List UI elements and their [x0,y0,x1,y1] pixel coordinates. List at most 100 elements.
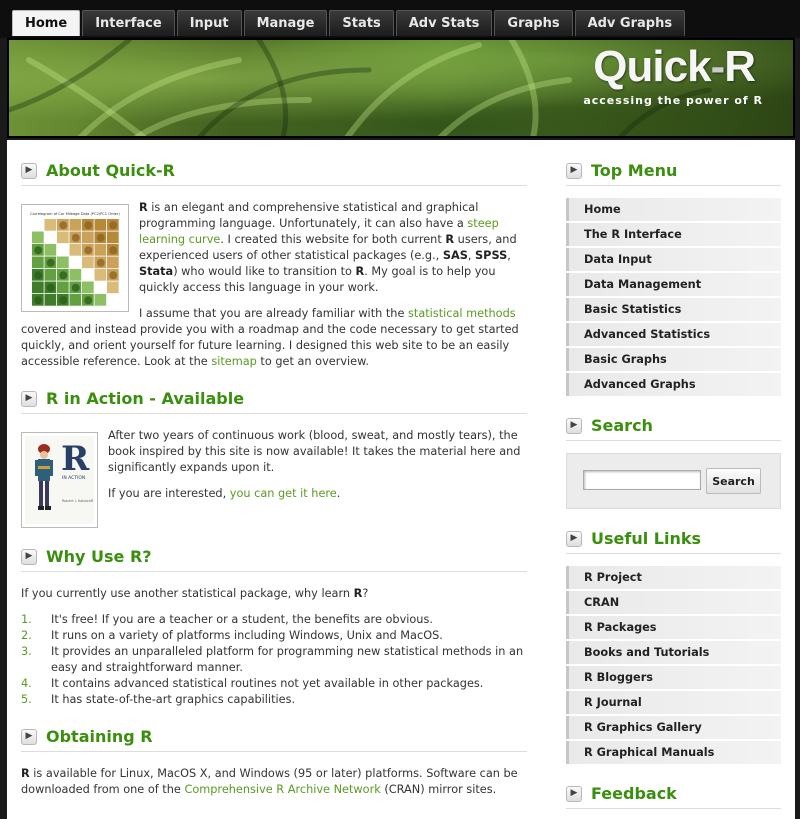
correlogram-cell [44,294,57,306]
link-item-r-graphical-manuals[interactable]: R Graphical Manuals [566,741,781,764]
cran-link[interactable]: Comprehensive R Archive Network [184,783,380,796]
menu-item-basic-graphs[interactable]: Basic Graphs [566,348,781,371]
site-tagline: accessing the power of R [583,94,763,107]
menu-item-basic-statistics[interactable]: Basic Statistics [566,298,781,321]
correlogram-cell [107,256,119,269]
correlogram-cell [69,294,82,306]
page-content: ▶ About Quick-R Correlogram of Car Milea… [7,140,795,819]
correlogram-thumbnail[interactable]: Correlogram of Car Mileage Data (PC2/PC1… [21,204,129,312]
link-item-r-bloggers[interactable]: R Bloggers [566,666,781,689]
arrow-right-icon: ▶ [21,162,37,179]
arrow-right-icon: ▶ [21,728,37,745]
bold-text: R [445,233,455,246]
book-cover-image: R IN ACTION Robert I. Kabacoff [25,436,94,524]
link-item-r-packages[interactable]: R Packages [566,616,781,639]
get-book-link[interactable]: you can get it here [230,487,337,500]
list-number: 2. [21,629,32,642]
list-item-text: It has state-of-the-art graphics capabil… [51,693,296,706]
correlogram-pie [109,246,118,255]
correlogram-pie [59,271,68,280]
menu-item-the-r-interface[interactable]: The R Interface [566,223,781,246]
tab-adv-graphs[interactable]: Adv Graphs [574,10,686,36]
correlogram-pie [59,221,68,230]
section-title: Search [591,416,653,435]
tab-home[interactable]: Home [12,10,81,36]
action-paragraph-2: If you are interested, you can get it he… [108,487,341,500]
useful-links-menu: R Project CRAN R Packages Books and Tutoria… [566,566,781,766]
nav-tabs: Home Interface Input Manage Stats Adv Stats Gr… [12,10,687,36]
link-item-r-project[interactable]: R Project [566,566,781,589]
book-cover-thumbnail[interactable]: R IN ACTION Robert I. Kabacoff [21,432,98,528]
correlogram-pie [84,221,93,230]
tab-manage[interactable]: Manage [243,10,328,36]
tab-adv-stats[interactable]: Adv Stats [395,10,493,36]
link-item-r-journal[interactable]: R Journal [566,691,781,714]
list-item-text: It provides an unparalleled platform for… [51,645,524,674]
section-title: About Quick-R [46,161,175,180]
correlogram-pie [71,233,80,242]
list-number: 4. [21,677,32,690]
correlogram-pie [109,271,118,280]
link-item-cran[interactable]: CRAN [566,591,781,614]
correlogram-cell [94,219,107,231]
site-logo[interactable]: Quick-R [593,42,756,92]
feedback-heading: ▶ Feedback [566,779,781,809]
obtaining-paragraph: R is available for Linux, MacOS X, and W… [21,767,518,796]
correlogram-cell [32,281,44,294]
book-author: Robert I. Kabacoff [62,499,94,503]
menu-item-advanced-graphs[interactable]: Advanced Graphs [566,373,781,396]
section-title: Obtaining R [46,727,153,746]
correlogram-cell [82,281,94,294]
menu-item-data-input[interactable]: Data Input [566,248,781,271]
book-subtitle: IN ACTION [62,475,85,481]
section-title: Top Menu [591,161,678,180]
correlogram-pie [96,258,105,267]
correlogram-pie [34,296,43,305]
r-in-action-heading: ▶ R in Action - Available [21,384,527,414]
action-paragraph-1: After two years of continuous work (bloo… [108,429,521,474]
menu-item-home[interactable]: Home [566,198,781,221]
search-button[interactable]: Search [706,468,761,494]
correlogram-title: Correlogram of Car Mileage Data (PC2/PC1… [30,212,120,216]
link-item-books-and-tutorials[interactable]: Books and Tutorials [566,641,781,664]
arrow-right-icon: ▶ [21,548,37,565]
correlogram-cell [44,269,57,281]
bold-text: SPSS [475,249,508,262]
search-input[interactable] [583,470,701,490]
section-title: Feedback [591,784,677,803]
tab-graphs[interactable]: Graphs [494,10,573,36]
text-run: is an elegant and comprehensive statisti… [139,201,479,230]
section-title: Useful Links [591,529,702,548]
arrow-right-icon: ▶ [566,417,582,434]
about-paragraph-1: R is an elegant and comprehensive statis… [139,200,527,296]
tab-stats[interactable]: Stats [329,10,394,36]
useful-links-heading: ▶ Useful Links [566,524,781,554]
section-title: Why Use R? [46,547,152,566]
arrow-right-icon: ▶ [566,785,582,802]
correlogram-cell [44,231,57,244]
tab-interface[interactable]: Interface [82,10,175,36]
correlogram-cell [82,231,94,244]
text-run: , [507,249,511,262]
text-run: I assume that you are already familiar w… [139,307,409,320]
menu-item-data-management[interactable]: Data Management [566,273,781,296]
top-nav: Home Interface Input Manage Stats Adv Stats Gr… [0,0,800,38]
correlogram-cell [69,244,82,256]
tab-input[interactable]: Input [176,10,242,36]
list-item: 4. It contains advanced statistical routi… [21,676,527,692]
menu-item-advanced-statistics[interactable]: Advanced Statistics [566,323,781,346]
link-item-r-graphics-gallery[interactable]: R Graphics Gallery [566,716,781,739]
why-use-r-heading: ▶ Why Use R? [21,542,527,572]
inline-link[interactable]: sitemap [211,355,257,368]
list-number: 5. [21,693,32,706]
correlogram-cell [94,294,107,306]
inline-link[interactable]: statistical methods [408,307,516,320]
text-run: , [467,249,476,262]
correlogram-cell [57,281,69,294]
arrow-right-icon: ▶ [566,530,582,547]
why-intro: If you currently use another statistical… [21,587,369,600]
section-title: R in Action - Available [46,389,245,408]
correlogram-cell [69,219,82,231]
about-heading: ▶ About Quick-R [21,156,527,186]
text-run: ) who would like to transition to [173,265,356,278]
